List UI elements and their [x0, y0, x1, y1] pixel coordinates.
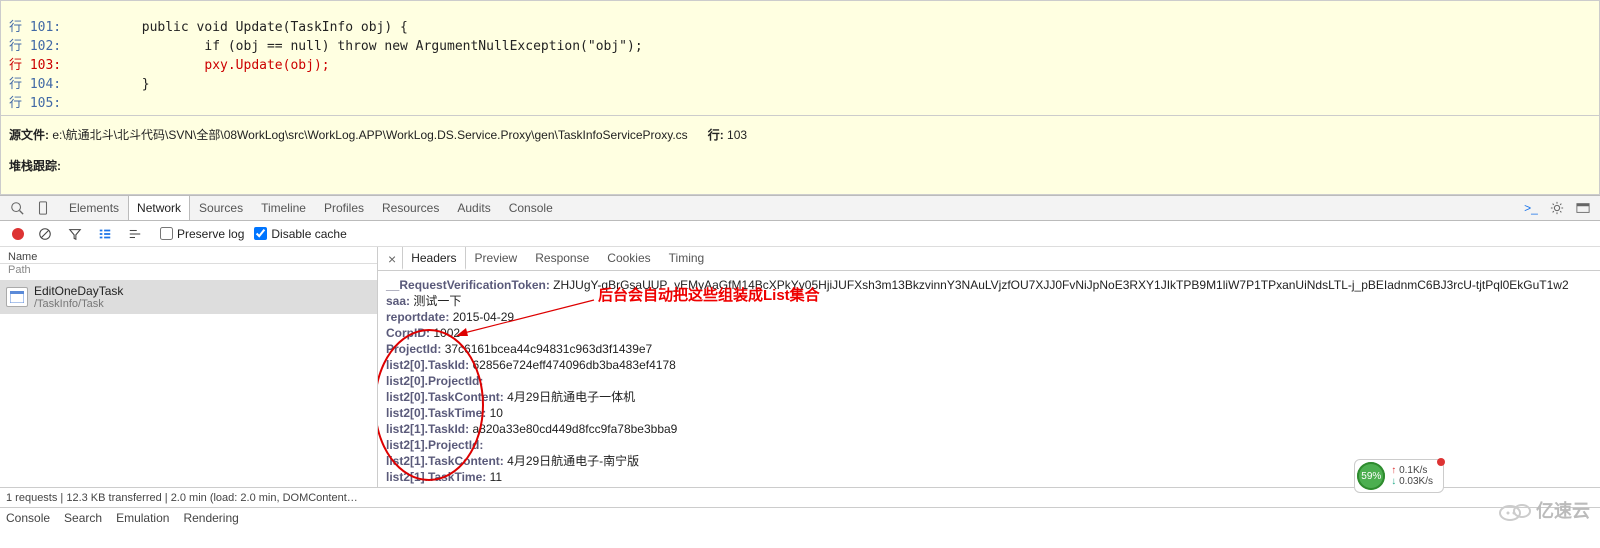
source-file-line: 源文件: e:\航通北斗\北斗代码\SVN\全部\08WorkLog\src\W…	[0, 116, 1600, 149]
column-path: Path	[8, 264, 31, 276]
tab-elements[interactable]: Elements	[60, 196, 128, 220]
notification-dot-icon	[1437, 458, 1445, 466]
stack-trace-label: 堆栈跟踪:	[0, 151, 1600, 195]
annotation-text: 后台会自动把这些组装成List集合	[598, 288, 820, 304]
request-detail-pane: × Headers Preview Response Cookies Timin…	[378, 247, 1600, 487]
filter-icon[interactable]	[66, 225, 84, 243]
disable-cache-label[interactable]: Disable cache	[271, 227, 346, 241]
cpu-percent: 59%	[1357, 462, 1385, 490]
tab-cookies[interactable]: Cookies	[598, 247, 659, 270]
clear-icon[interactable]	[36, 225, 54, 243]
drawer-tab-rendering[interactable]: Rendering	[183, 511, 238, 525]
drawer-tab-emulation[interactable]: Emulation	[116, 511, 169, 525]
drawer-tabs: Console Search Emulation Rendering	[0, 507, 1600, 527]
network-toolbar: Preserve log Disable cache	[0, 221, 1600, 247]
watermark: 亿速云	[1498, 497, 1590, 523]
form-data-section: 后台会自动把这些组装成List集合 __RequestVerificationT…	[378, 271, 1600, 485]
form-key: saa:	[386, 294, 410, 308]
request-list-pane: Name Path EditOneDayTask /TaskInfo/Task	[0, 247, 378, 487]
device-mode-icon[interactable]	[34, 199, 52, 217]
form-value: 37c6161bcea44c94831c963d3f1439e7	[445, 342, 653, 356]
document-icon	[6, 287, 28, 307]
tab-sources[interactable]: Sources	[190, 196, 252, 220]
form-value: 4月29日航通电子-南宁版	[507, 454, 639, 468]
tab-preview[interactable]: Preview	[466, 247, 527, 270]
preserve-log-label[interactable]: Preserve log	[177, 227, 244, 241]
form-value: 11	[490, 470, 502, 484]
drawer-tab-search[interactable]: Search	[64, 511, 102, 525]
record-icon[interactable]	[12, 228, 24, 240]
request-row[interactable]: EditOneDayTask /TaskInfo/Task	[0, 280, 377, 314]
code-line: if (obj == null) throw new ArgumentNullE…	[79, 39, 643, 54]
tab-timing[interactable]: Timing	[660, 247, 714, 270]
tab-resources[interactable]: Resources	[373, 196, 448, 220]
view-icon[interactable]	[96, 225, 114, 243]
tab-audits[interactable]: Audits	[448, 196, 499, 220]
form-value: a820a33e80cd449d8fcc9fa78be3bba9	[472, 422, 677, 436]
tab-profiles[interactable]: Profiles	[315, 196, 373, 220]
source-file-label: 源文件:	[9, 128, 49, 142]
annotation-arrow	[456, 298, 596, 338]
close-icon[interactable]: ×	[382, 251, 402, 267]
source-code-pane: 行 101: public void Update(TaskInfo obj) …	[0, 0, 1600, 116]
disable-cache-checkbox[interactable]	[254, 227, 267, 240]
line-number: 行 102:	[9, 39, 61, 54]
line-label: 行:	[708, 128, 724, 142]
code-line: public void Update(TaskInfo obj) {	[79, 20, 408, 35]
tab-console[interactable]: Console	[500, 196, 562, 220]
line-number: 行 103:	[9, 58, 61, 73]
dock-icon[interactable]	[1574, 199, 1592, 217]
form-key: __RequestVerificationToken:	[386, 278, 550, 292]
watermark-text: 亿速云	[1536, 497, 1590, 523]
network-speed-badge[interactable]: 59% ↑ 0.1K/s ↓ 0.03K/s	[1354, 459, 1444, 493]
preserve-log-checkbox[interactable]	[160, 227, 173, 240]
form-value: 62856e724eff474096db3ba483ef4178	[472, 358, 675, 372]
column-name[interactable]: Name	[8, 251, 37, 263]
tab-headers[interactable]: Headers	[402, 247, 465, 270]
source-file-path: e:\航通北斗\北斗代码\SVN\全部\08WorkLog\src\WorkLo…	[52, 128, 687, 142]
code-line: }	[79, 77, 149, 92]
devtools-tabbar: Elements Network Sources Timeline Profil…	[0, 195, 1600, 221]
request-path: /TaskInfo/Task	[34, 298, 123, 310]
hide-overview-icon[interactable]	[126, 225, 144, 243]
line-number: 行 104:	[9, 77, 61, 92]
settings-gear-icon[interactable]	[1548, 199, 1566, 217]
form-value: 测试一下	[413, 294, 461, 308]
tab-network[interactable]: Network	[128, 196, 190, 220]
line-number: 行 105:	[9, 96, 61, 111]
form-key: reportdate:	[386, 310, 449, 324]
annotation-ellipse	[378, 329, 484, 481]
form-value: 4月29日航通电子一体机	[507, 390, 635, 404]
upload-speed: 0.1K/s	[1399, 465, 1427, 476]
download-speed: 0.03K/s	[1399, 476, 1433, 487]
drawer-toggle-icon[interactable]: >_	[1522, 199, 1540, 217]
request-name: EditOneDayTask	[34, 284, 123, 298]
tab-response[interactable]: Response	[526, 247, 598, 270]
code-line-highlighted: pxy.Update(obj);	[79, 58, 329, 73]
drawer-tab-console[interactable]: Console	[6, 511, 50, 525]
form-value: 10	[490, 406, 503, 420]
tab-timeline[interactable]: Timeline	[252, 196, 315, 220]
line-number-value: 103	[727, 128, 747, 142]
inspect-icon[interactable]	[8, 199, 26, 217]
line-number: 行 101:	[9, 20, 61, 35]
